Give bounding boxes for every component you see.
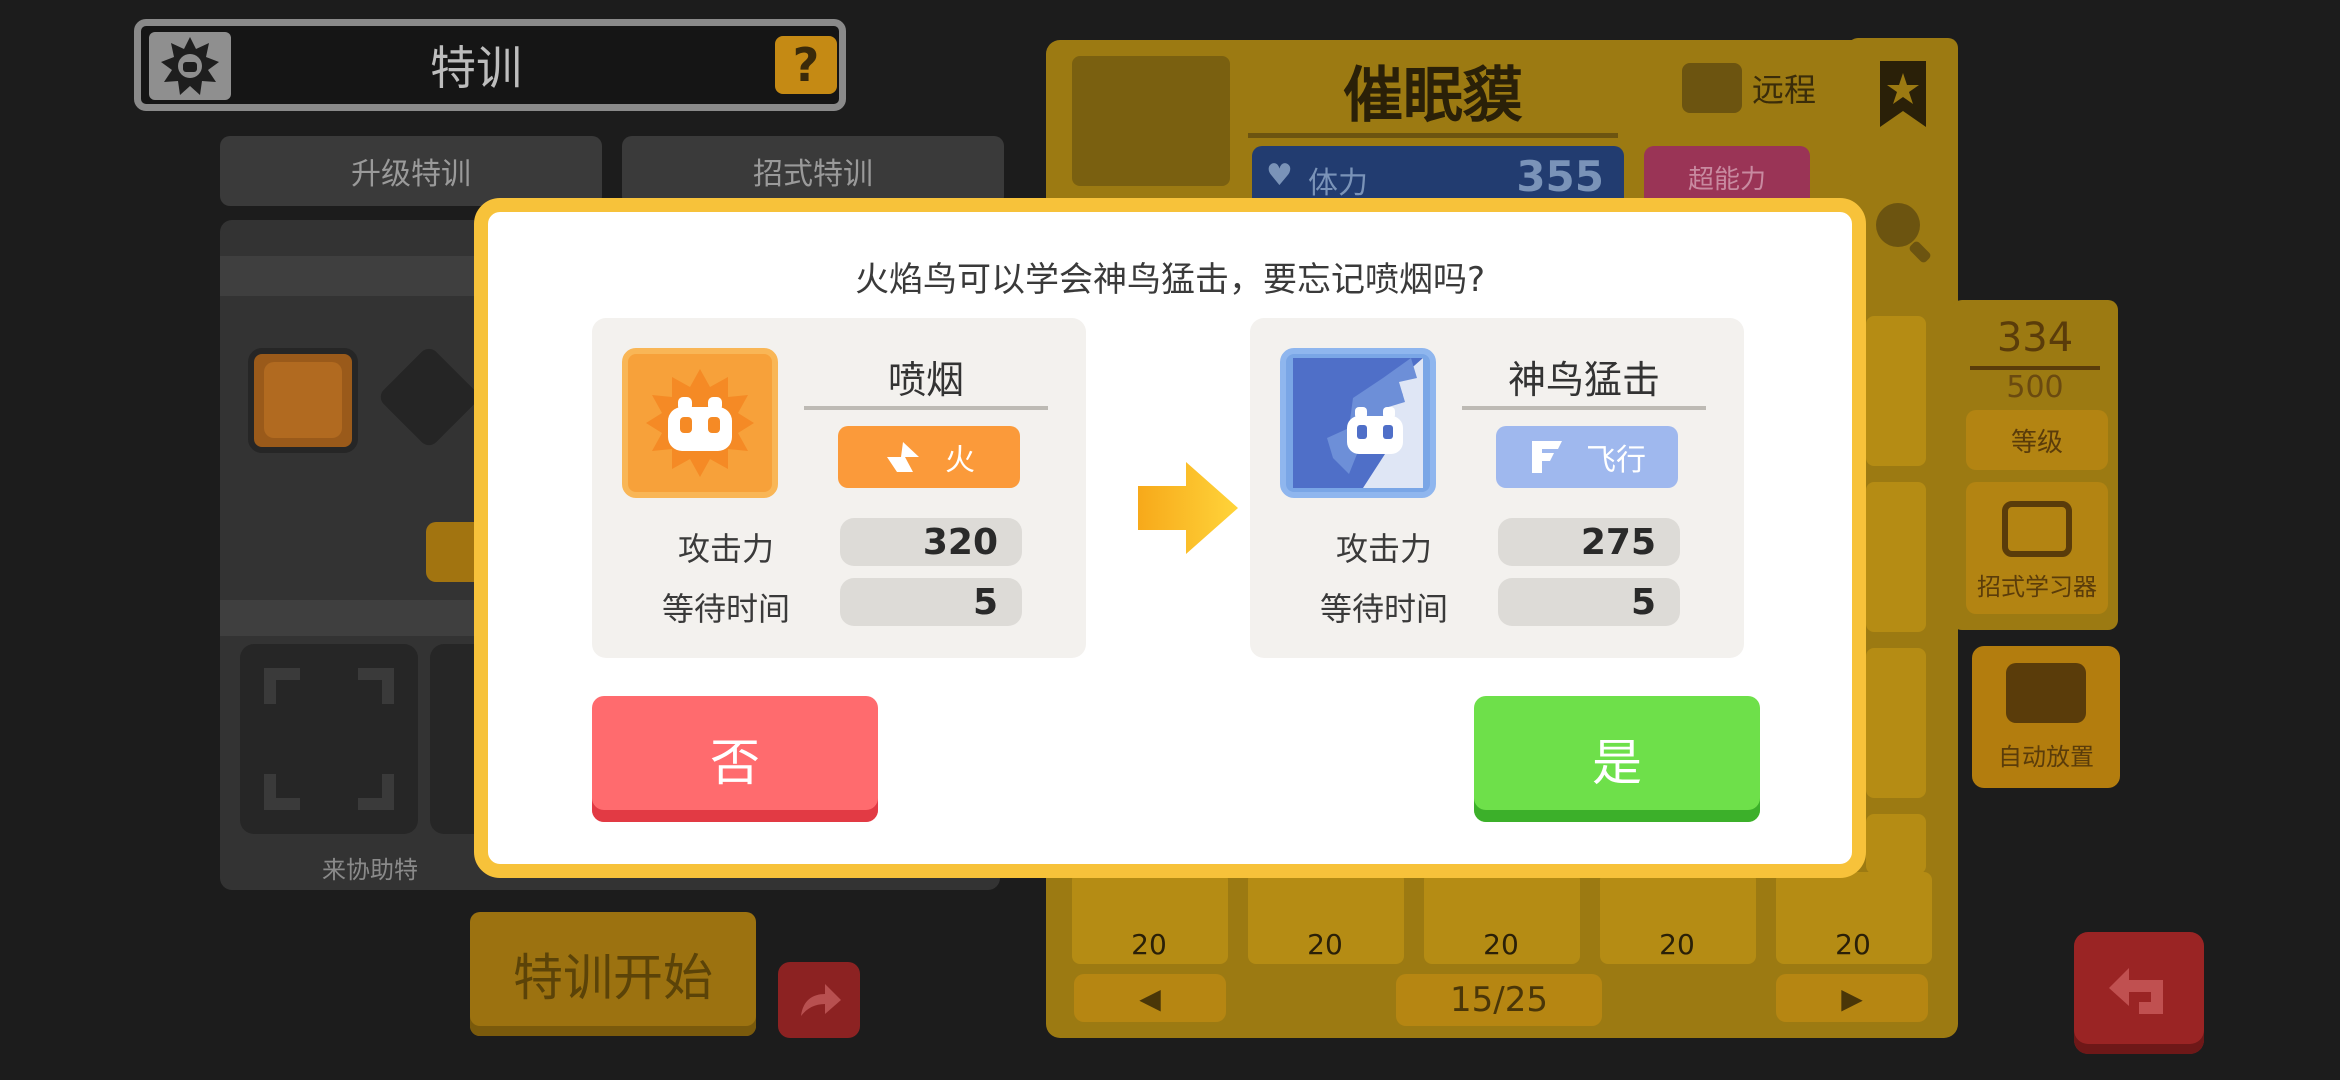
old-wait-value: 5 [840, 578, 1022, 626]
old-attack-label: 攻击力 [677, 530, 774, 568]
share-button[interactable] [778, 962, 860, 1038]
tab-level-training[interactable]: 升级特训 [220, 136, 602, 206]
magnifier-icon [1876, 203, 1931, 263]
start-training-button[interactable]: 特训开始 [470, 912, 756, 1036]
fire-move-icon [622, 348, 778, 498]
new-move-card: 神鸟猛击 飞行 攻击力 275 等待时间 5 [1250, 318, 1744, 658]
flying-type-icon [1532, 441, 1562, 473]
attack-style-label: 远程 [1751, 71, 1816, 109]
game-screen: 特训 ? 升级特训 招式特训 来协助特 特训开始 催眠貘 远程 ♥ 体力 355… [0, 0, 2340, 1080]
title-bar: 特训 ? [134, 19, 846, 111]
old-attack-value: 320 [840, 518, 1022, 566]
auto-place-button[interactable]: 自动放置 [1972, 646, 2120, 788]
share-arrow-icon [801, 984, 841, 1016]
ranged-icon [1681, 63, 1742, 113]
old-move-card: 喷烟 火 攻击力 320 等待时间 5 [592, 318, 1086, 658]
old-move-name: 喷烟 [804, 346, 1048, 410]
old-move-type: 火 [838, 426, 1020, 488]
new-attack-label: 攻击力 [1335, 530, 1432, 568]
new-attack-value: 275 [1498, 518, 1680, 566]
auto-place-icon [2006, 663, 2086, 723]
cell-count: 20 [1131, 928, 1167, 961]
next-page-button[interactable]: ▶ [1776, 974, 1928, 1022]
prev-page-button[interactable]: ◀ [1074, 974, 1226, 1022]
level-current: 334 [1996, 315, 2074, 361]
pokemon-cell[interactable] [1866, 814, 1926, 874]
move-learner-icon [2002, 501, 2072, 557]
forget-move-dialog: 火焰鸟可以学会神鸟猛击，要忘记喷烟吗? 喷烟 火 攻击力 320 等待时间 5 … [474, 198, 1866, 878]
cell-count: 20 [1483, 928, 1519, 961]
no-button[interactable]: 否 [592, 696, 878, 822]
level-max: 500 [1970, 366, 2100, 405]
bookmark-star-icon [1880, 61, 1926, 127]
level-button[interactable]: 等级 [1966, 410, 2108, 470]
return-arrow-icon [2109, 968, 2163, 1014]
hp-label: 体力 [1308, 166, 1368, 201]
favorite-button[interactable] [1848, 38, 1958, 150]
page-indicator: 15/25 [1396, 974, 1602, 1026]
help-button[interactable]: ? [775, 36, 837, 94]
new-wait-label: 等待时间 [1319, 590, 1448, 628]
flying-move-icon [1280, 348, 1436, 498]
tab-move-training[interactable]: 招式特训 [622, 136, 1004, 206]
replace-arrow-icon [1134, 458, 1244, 558]
new-move-name: 神鸟猛击 [1462, 346, 1706, 410]
old-move-type-label: 火 [945, 443, 975, 478]
pokemon-name: 催眠貘 [1248, 48, 1618, 138]
hp-value: 355 [1516, 152, 1604, 201]
new-move-type-label: 飞行 [1586, 443, 1646, 478]
pokemon-cell[interactable] [1866, 482, 1926, 632]
cell-count: 20 [1307, 928, 1343, 961]
back-button[interactable] [2074, 932, 2204, 1054]
move-learner-label: 招式学习器 [1977, 573, 2097, 601]
attack-style: 远程 [1656, 60, 1816, 116]
cell-count: 20 [1659, 928, 1695, 961]
pokemon-thumb [264, 362, 342, 438]
old-wait-label: 等待时间 [661, 590, 790, 628]
dialog-question: 火焰鸟可以学会神鸟猛击，要忘记喷烟吗? [854, 260, 1486, 300]
fire-type-icon [887, 442, 919, 472]
empty-helper-slot[interactable] [240, 644, 418, 834]
pokemon-cell[interactable] [1866, 648, 1926, 798]
pokemon-cell[interactable] [1866, 316, 1926, 466]
move-learner-button[interactable]: 招式学习器 [1966, 482, 2108, 614]
page-title: 特训 [430, 41, 522, 95]
auto-place-label: 自动放置 [1998, 743, 2094, 771]
training-icon [149, 32, 231, 100]
yes-button[interactable]: 是 [1474, 696, 1760, 822]
cell-count: 20 [1835, 928, 1871, 961]
pokemon-portrait [1072, 56, 1230, 186]
heart-icon: ♥ [1266, 158, 1293, 193]
new-move-type: 飞行 [1496, 426, 1678, 488]
new-wait-value: 5 [1498, 578, 1680, 626]
pokemon-slot[interactable] [248, 348, 358, 453]
